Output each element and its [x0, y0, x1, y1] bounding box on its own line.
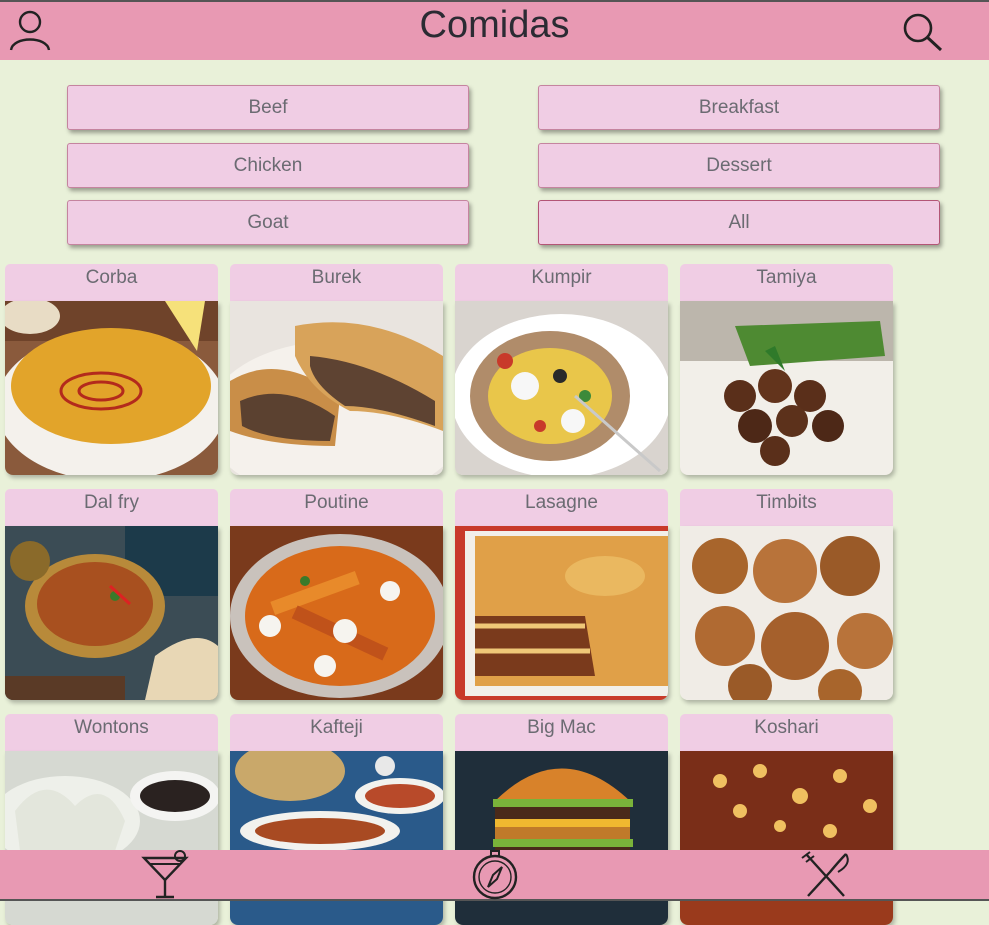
meal-name: Corba — [5, 264, 218, 301]
meal-image — [5, 301, 218, 475]
meal-card-dal-fry[interactable]: Dal fry — [5, 489, 218, 700]
meal-card-tamiya[interactable]: Tamiya — [680, 264, 893, 475]
category-dessert-button[interactable]: Dessert — [538, 143, 940, 188]
meal-card-lasagne[interactable]: Lasagne — [455, 489, 668, 700]
search-icon[interactable] — [900, 10, 944, 54]
top-app-bar: Comidas — [0, 0, 989, 60]
compass-icon[interactable] — [470, 850, 520, 905]
cocktail-icon[interactable] — [140, 850, 190, 905]
meal-card-kumpir[interactable]: Kumpir — [455, 264, 668, 475]
meal-name: Kumpir — [455, 264, 668, 301]
category-all-button[interactable]: All — [538, 200, 940, 245]
meal-name: Kafteji — [230, 714, 443, 751]
category-breakfast-button[interactable]: Breakfast — [538, 85, 940, 130]
page-title: Comidas — [419, 4, 570, 46]
meal-card-poutine[interactable]: Poutine — [230, 489, 443, 700]
meal-name: Big Mac — [455, 714, 668, 751]
meal-name: Koshari — [680, 714, 893, 751]
category-beef-button[interactable]: Beef — [67, 85, 469, 130]
meal-image — [455, 526, 668, 700]
meal-name: Tamiya — [680, 264, 893, 301]
category-goat-button[interactable]: Goat — [67, 200, 469, 245]
meal-name: Poutine — [230, 489, 443, 526]
meal-card-timbits[interactable]: Timbits — [680, 489, 893, 700]
meal-name: Lasagne — [455, 489, 668, 526]
meal-name: Dal fry — [5, 489, 218, 526]
user-icon[interactable] — [8, 8, 52, 52]
meal-image — [680, 301, 893, 475]
meal-image — [455, 301, 668, 475]
meal-image — [230, 301, 443, 475]
fork-knife-icon[interactable] — [800, 850, 852, 905]
meal-card-corba[interactable]: Corba — [5, 264, 218, 475]
meal-card-kafteji[interactable]: Kafteji — [230, 714, 443, 925]
meal-name: Timbits — [680, 489, 893, 526]
meal-image — [5, 526, 218, 700]
meal-card-koshari[interactable]: Koshari — [680, 714, 893, 925]
meal-card-burek[interactable]: Burek — [230, 264, 443, 475]
meal-image — [680, 526, 893, 700]
meal-card-wontons[interactable]: Wontons — [5, 714, 218, 925]
meal-name: Wontons — [5, 714, 218, 751]
meal-image — [230, 526, 443, 700]
meal-card-big-mac[interactable]: Big Mac — [455, 714, 668, 925]
meal-name: Burek — [230, 264, 443, 301]
bottom-navigation-bar — [0, 850, 989, 901]
category-chicken-button[interactable]: Chicken — [67, 143, 469, 188]
